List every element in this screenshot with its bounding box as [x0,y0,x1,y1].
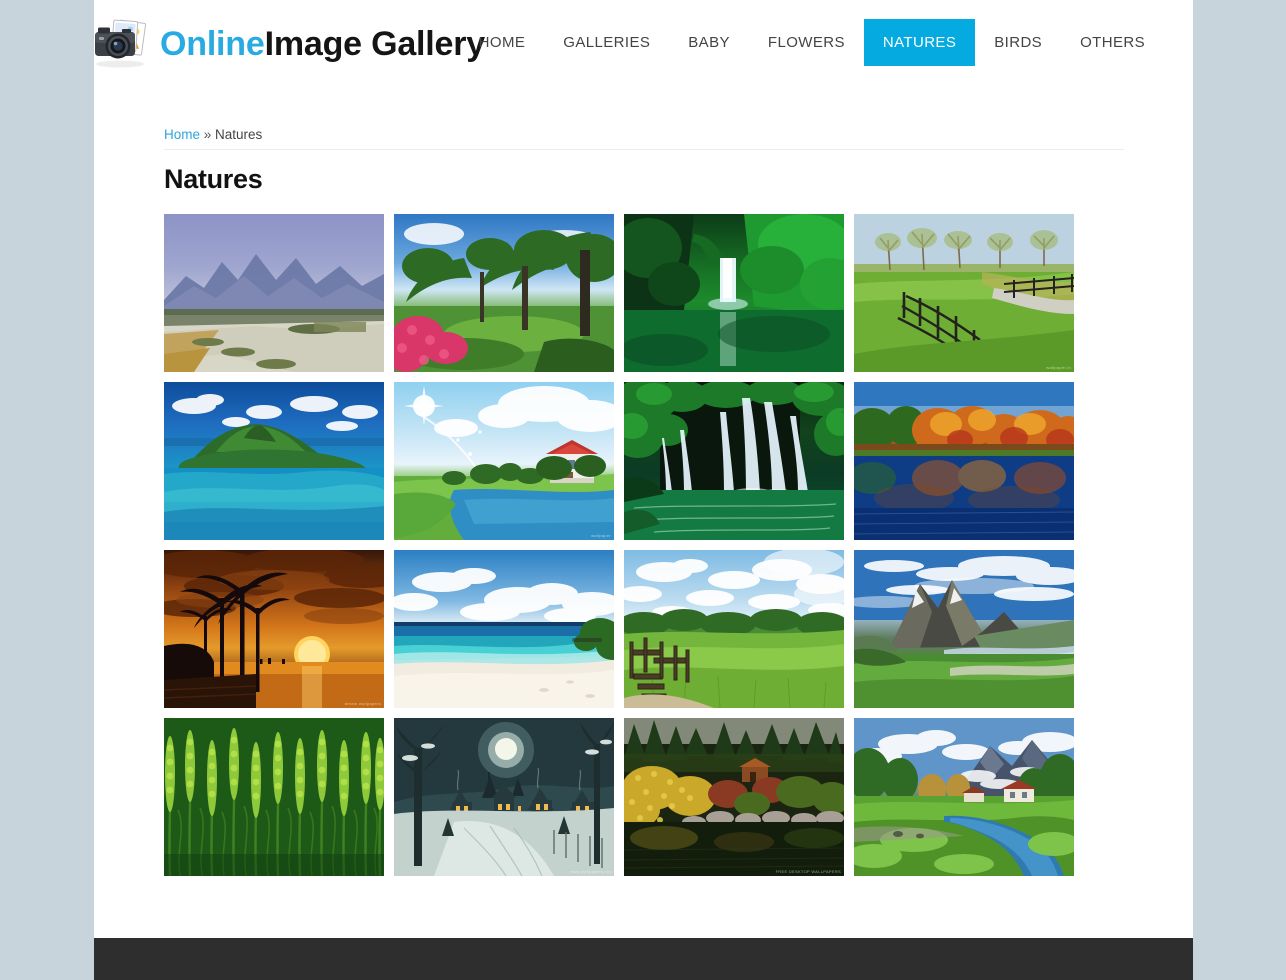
thumbnail-image [624,214,844,372]
nav-item-home[interactable]: HOME [460,19,545,66]
gallery-thumbnail[interactable] [394,550,614,708]
thumbnail-image [854,214,1074,372]
thumbnail-watermark: www.wallpapers.net [570,869,611,874]
breadcrumb: Home » Natures [164,86,1123,149]
gallery-thumbnail[interactable]: dream wallpapers [164,550,384,708]
thumbnail-image [394,718,614,876]
gallery-thumbnail[interactable] [854,550,1074,708]
gallery-thumbnail[interactable]: www.wallpapers.net [394,718,614,876]
thumbnail-image [624,718,844,876]
thumbnail-image [624,382,844,540]
thumbnail-image [164,214,384,372]
thumbnail-image [854,718,1074,876]
thumbnail-image [394,214,614,372]
thumbnail-image [854,382,1074,540]
gallery-grid: wallpaper.in wallpaper dream wallpapers … [164,214,1084,876]
breadcrumb-separator: » [200,127,216,142]
thumbnail-image [164,718,384,876]
main-content: Home » Natures Natures wallpaper.in wall… [94,86,1193,876]
gallery-thumbnail[interactable] [624,382,844,540]
page-container: OnlineImage Gallery HOME GALLERIES BABY … [94,0,1193,980]
nav-item-birds[interactable]: BIRDS [975,19,1061,66]
brand-title: OnlineImage Gallery [160,27,485,61]
gallery-thumbnail[interactable] [394,214,614,372]
gallery-thumbnail[interactable]: wallpaper.in [854,214,1074,372]
thumbnail-image [394,550,614,708]
thumbnail-watermark: wallpaper [591,533,611,538]
brand-primary: Online [160,25,265,63]
gallery-thumbnail[interactable] [854,718,1074,876]
gallery-thumbnail[interactable] [164,214,384,372]
nav-item-natures[interactable]: NATURES [863,19,976,66]
gallery-thumbnail[interactable] [624,550,844,708]
gallery-thumbnail[interactable] [164,718,384,876]
thumbnail-image [624,550,844,708]
camera-photos-icon [94,18,156,70]
thumbnail-image [854,550,1074,708]
site-brand[interactable]: OnlineImage Gallery [94,16,485,72]
breadcrumb-home-link[interactable]: Home [164,127,200,142]
nav-item-others[interactable]: OTHERS [1061,19,1164,66]
gallery-thumbnail[interactable]: FREE DESKTOP WALLPAPERS [624,718,844,876]
site-footer [94,938,1193,980]
nav-item-galleries[interactable]: GALLERIES [544,19,669,66]
nav-item-flowers[interactable]: FLOWERS [749,19,864,66]
breadcrumb-current: Natures [215,127,263,142]
thumbnail-watermark: wallpaper.in [1046,365,1071,370]
page-title: Natures [164,164,263,194]
brand-secondary: Image Gallery [264,25,486,63]
gallery-thumbnail[interactable] [164,382,384,540]
nav-item-baby[interactable]: BABY [669,19,749,66]
thumbnail-image [164,550,384,708]
gallery-thumbnail[interactable] [624,214,844,372]
content-divider [164,149,1124,150]
thumbnail-watermark: dream wallpapers [344,701,381,706]
gallery-thumbnail[interactable]: wallpaper [394,382,614,540]
thumbnail-image [164,382,384,540]
thumbnail-watermark: FREE DESKTOP WALLPAPERS [775,869,841,874]
gallery-thumbnail[interactable] [854,382,1074,540]
site-header: OnlineImage Gallery HOME GALLERIES BABY … [94,0,1193,86]
thumbnail-image [394,382,614,540]
main-navigation: HOME GALLERIES BABY FLOWERS NATURES BIRD… [460,19,1164,66]
